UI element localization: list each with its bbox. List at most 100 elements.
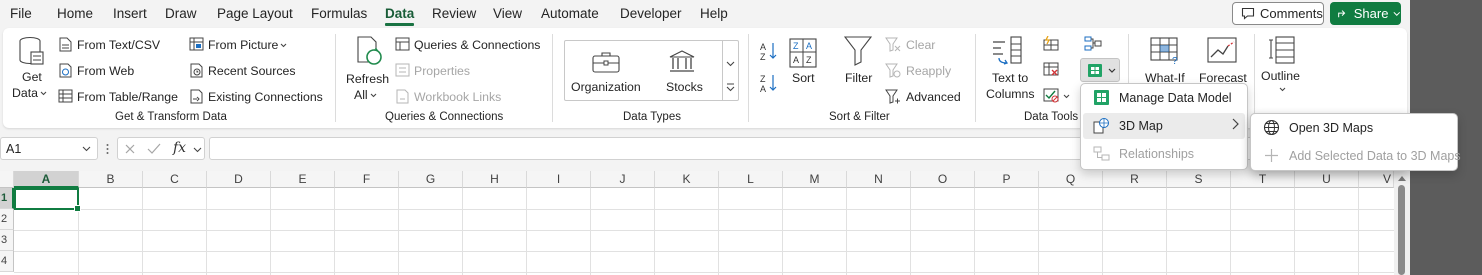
tab-home[interactable]: Home: [57, 6, 93, 21]
data-model-button[interactable]: [1080, 58, 1120, 82]
grid-line: [1038, 188, 1039, 275]
row-header[interactable]: 4: [0, 251, 14, 272]
grid-line: [846, 188, 847, 275]
svg-text:Z: Z: [806, 55, 812, 65]
comment-icon: [1241, 7, 1255, 20]
more-icon: [106, 144, 109, 154]
column-header[interactable]: M: [783, 171, 847, 188]
column-header[interactable]: E: [271, 171, 335, 188]
column-header[interactable]: K: [655, 171, 719, 188]
row-header[interactable]: 3: [0, 230, 14, 251]
column-header[interactable]: H: [463, 171, 527, 188]
grid-line: [1230, 188, 1231, 275]
tab-insert[interactable]: Insert: [113, 6, 147, 21]
tab-review[interactable]: Review: [432, 6, 476, 21]
tab-help[interactable]: Help: [700, 6, 728, 21]
column-header[interactable]: J: [591, 171, 655, 188]
recent-sources-icon: [190, 63, 203, 78]
get-data-icon: [19, 36, 44, 65]
column-header[interactable]: I: [527, 171, 591, 188]
active-cell[interactable]: [14, 188, 81, 212]
vertical-scrollbar[interactable]: [1394, 171, 1410, 275]
column-header[interactable]: C: [143, 171, 207, 188]
share-button[interactable]: Share: [1330, 2, 1401, 25]
organization-icon: [592, 52, 620, 73]
worksheet-grid[interactable]: A B C D E F G H I J K L M N O P Q R S T …: [0, 171, 1410, 275]
column-header[interactable]: O: [911, 171, 975, 188]
manage-data-model-item[interactable]: Manage Data Model: [1083, 85, 1245, 111]
column-header[interactable]: G: [399, 171, 463, 188]
group-separator: [748, 34, 749, 122]
grid-line: [206, 188, 207, 275]
flash-fill-icon[interactable]: [1043, 36, 1059, 51]
relationships-item[interactable]: Relationships: [1083, 141, 1245, 167]
text-to-columns-label-1: Text to: [992, 71, 1029, 85]
forecast-icon: [1207, 37, 1237, 63]
tab-file[interactable]: File: [10, 6, 32, 21]
group-separator: [552, 34, 553, 122]
column-header[interactable]: B: [79, 171, 143, 188]
column-header[interactable]: F: [335, 171, 399, 188]
name-box[interactable]: A1: [0, 137, 98, 160]
row-header[interactable]: 1: [0, 188, 14, 209]
tab-page-layout[interactable]: Page Layout: [217, 6, 293, 21]
column-header[interactable]: S: [1167, 171, 1231, 188]
3d-map-icon: [1093, 118, 1109, 134]
data-types-scroll[interactable]: [722, 41, 738, 100]
enter-icon[interactable]: [147, 143, 161, 155]
reapply-label: Reapply: [906, 64, 952, 78]
table-range-icon: [58, 89, 73, 103]
column-header[interactable]: D: [207, 171, 271, 188]
consolidate-icon[interactable]: [1084, 36, 1102, 52]
clear-icon: [885, 37, 901, 52]
sort-asc-icon[interactable]: AZ: [760, 41, 778, 61]
cancel-icon[interactable]: [124, 143, 136, 155]
svg-text:Z: Z: [760, 52, 766, 61]
column-header[interactable]: A: [14, 171, 79, 188]
grid-line: [1294, 188, 1295, 275]
comments-button[interactable]: Comments: [1232, 2, 1324, 25]
tab-automate[interactable]: Automate: [541, 6, 599, 21]
open-3d-maps-item[interactable]: Open 3D Maps: [1253, 115, 1455, 141]
tab-data[interactable]: Data: [385, 6, 415, 26]
grid-line: [974, 188, 975, 275]
chevron-down-icon: [280, 43, 287, 48]
scroll-up-icon[interactable]: [1398, 175, 1406, 181]
column-header[interactable]: U: [1295, 171, 1359, 188]
menu-bar: File Home Insert Draw Page Layout Formul…: [0, 0, 1410, 28]
queries-icon: [395, 37, 410, 51]
column-header[interactable]: T: [1231, 171, 1295, 188]
tab-formulas[interactable]: Formulas: [311, 6, 367, 21]
text-csv-icon: [59, 37, 72, 52]
grid-line: [910, 188, 911, 275]
grid-line: [1166, 188, 1167, 275]
column-header[interactable]: L: [719, 171, 783, 188]
column-header[interactable]: R: [1103, 171, 1167, 188]
sort-label: Sort: [792, 71, 815, 85]
column-header[interactable]: V: [1359, 171, 1394, 188]
chevron-down-icon: [193, 147, 202, 153]
grid-line: [14, 251, 1394, 252]
sort-desc-icon[interactable]: ZA: [760, 73, 778, 93]
tab-draw[interactable]: Draw: [165, 6, 197, 21]
column-header[interactable]: N: [847, 171, 911, 188]
scrollbar-thumb[interactable]: [1398, 185, 1405, 275]
add-selected-data-item[interactable]: Add Selected Data to 3D Maps: [1253, 143, 1461, 169]
tab-view[interactable]: View: [493, 6, 522, 21]
column-header[interactable]: Q: [1039, 171, 1103, 188]
column-header[interactable]: P: [975, 171, 1039, 188]
svg-text:Z: Z: [793, 41, 799, 51]
group-label-data-tools: Data Tools: [1024, 111, 1079, 123]
advanced-icon: [885, 89, 900, 104]
remove-duplicates-icon[interactable]: [1043, 62, 1059, 77]
chevron-down-icon: [1279, 87, 1286, 92]
group-label-data-types: Data Types: [623, 111, 681, 123]
3d-map-item[interactable]: 3D Map: [1083, 113, 1245, 139]
insert-function-button[interactable]: fx: [173, 140, 186, 156]
select-all-corner[interactable]: [0, 171, 14, 188]
share-icon: [1338, 10, 1346, 18]
row-header[interactable]: 2: [0, 209, 14, 230]
recent-sources-label: Recent Sources: [208, 64, 296, 78]
organization-label: Organization: [571, 80, 641, 94]
tab-developer[interactable]: Developer: [620, 6, 682, 21]
